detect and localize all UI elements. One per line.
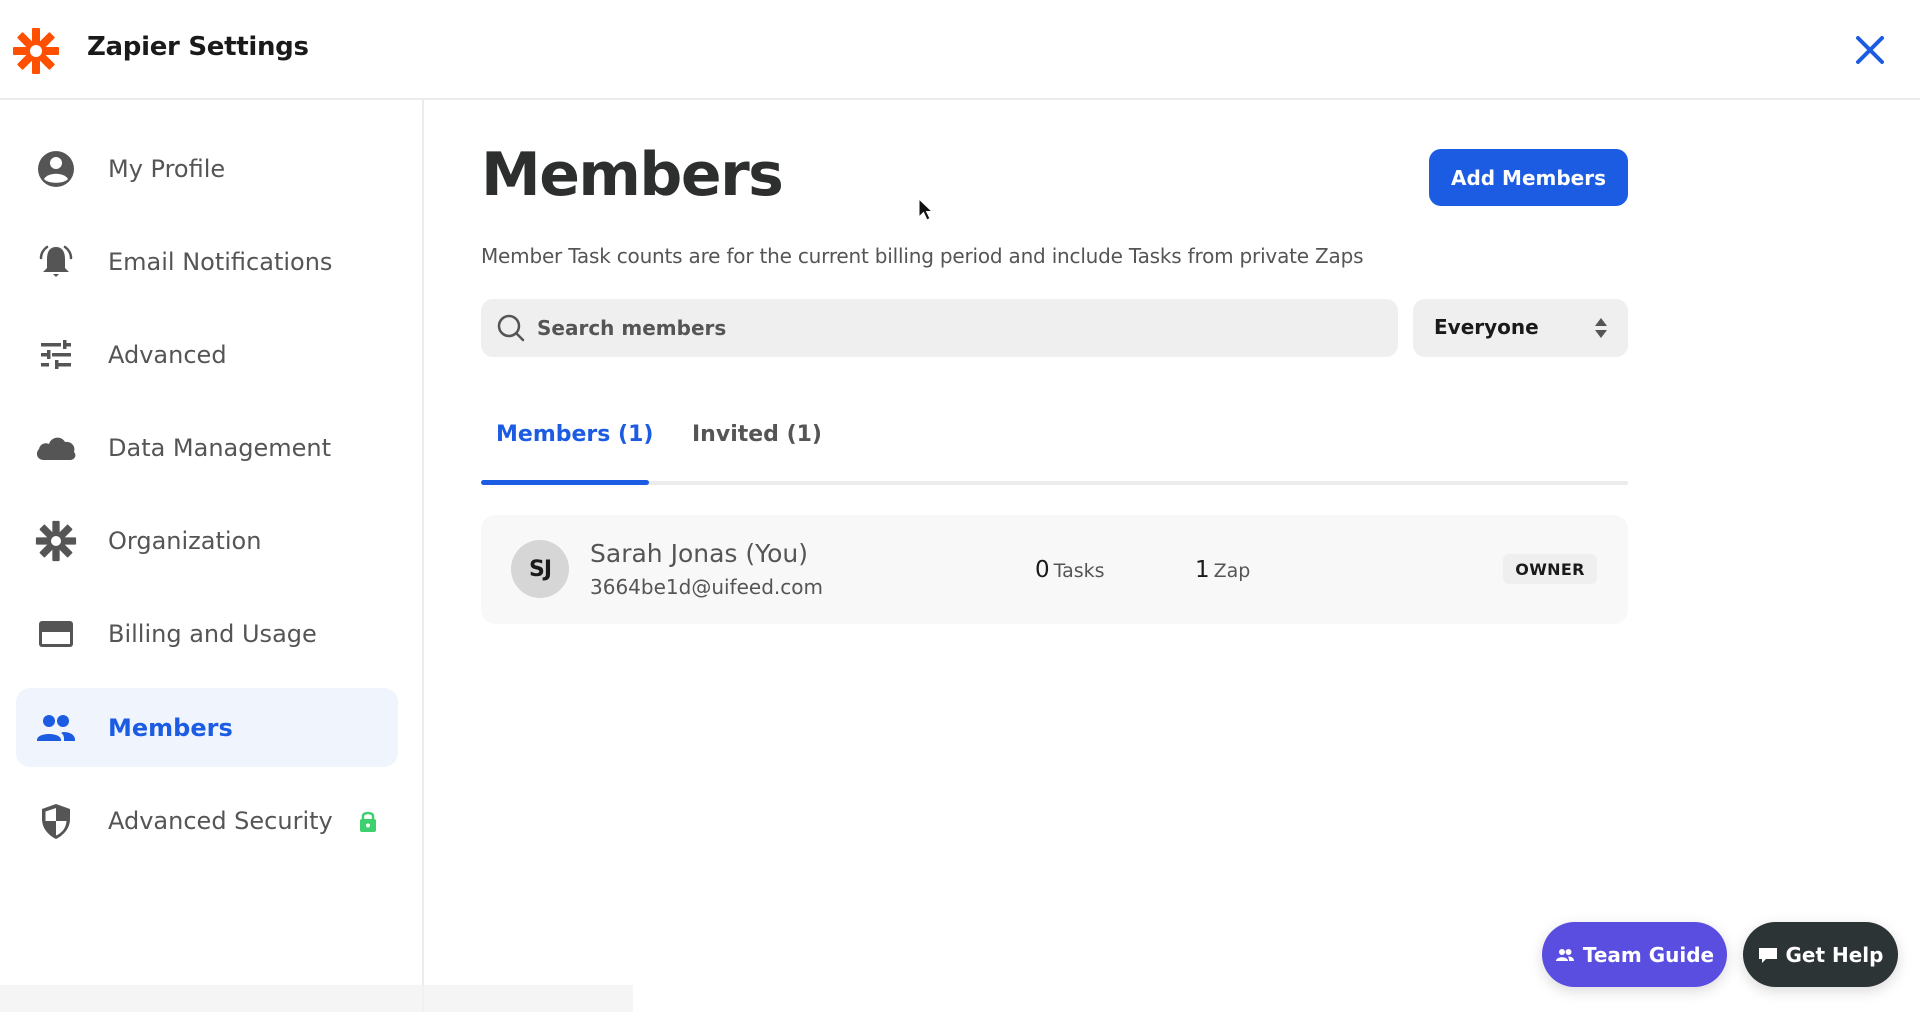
team-guide-button[interactable]: Team Guide <box>1542 922 1727 987</box>
search-input[interactable] <box>537 299 1377 357</box>
member-zaps: 1 Zap <box>1195 557 1250 583</box>
member-filter-select[interactable]: Everyone <box>1413 299 1628 357</box>
status-bar <box>0 985 633 1012</box>
user-circle-icon <box>34 147 78 191</box>
sidebar-item-organization[interactable]: Organization <box>16 501 398 580</box>
search-icon <box>497 314 525 342</box>
settings-sidebar: My Profile Email Notifications Advanced <box>0 100 424 1012</box>
bell-ringing-icon <box>34 240 78 284</box>
sidebar-item-label: Billing and Usage <box>108 619 317 648</box>
page-title: Members <box>481 140 784 210</box>
page-subtitle: Member Task counts are for the current b… <box>481 244 1364 268</box>
chat-bubble-icon <box>1758 947 1777 963</box>
members-tabs: Members (1) Invited (1) <box>481 400 1628 486</box>
sliders-icon <box>34 333 78 377</box>
member-tasks: 0 Tasks <box>1035 557 1105 583</box>
mouse-cursor-icon <box>918 198 934 221</box>
select-value: Everyone <box>1434 315 1539 339</box>
member-row[interactable]: SJ Sarah Jonas (You) 3664be1d@uifeed.com… <box>481 515 1628 624</box>
zapier-asterisk-icon <box>13 28 59 74</box>
tab-divider <box>481 481 1628 485</box>
tab-invited[interactable]: Invited (1) <box>692 422 822 447</box>
sidebar-item-label: Members <box>108 713 233 742</box>
role-badge: OWNER <box>1503 554 1597 584</box>
sidebar-item-label: Organization <box>108 526 262 555</box>
credit-card-icon <box>34 612 78 656</box>
sidebar-item-label: Data Management <box>108 433 332 462</box>
member-name: Sarah Jonas (You) <box>590 539 808 568</box>
tab-members[interactable]: Members (1) <box>496 422 653 447</box>
sidebar-item-my-profile[interactable]: My Profile <box>16 129 398 208</box>
zaps-count: 1 <box>1195 557 1210 583</box>
tasks-label: Tasks <box>1053 560 1105 582</box>
avatar: SJ <box>511 540 569 598</box>
sidebar-item-label: My Profile <box>108 154 226 183</box>
sidebar-item-label: Email Notifications <box>108 247 333 276</box>
lock-icon <box>360 811 376 832</box>
tasks-count: 0 <box>1035 557 1050 583</box>
active-tab-indicator <box>481 480 649 485</box>
sidebar-item-advanced[interactable]: Advanced <box>16 315 398 394</box>
shield-icon <box>34 799 78 843</box>
sort-arrows-icon <box>1595 318 1607 338</box>
sidebar-item-billing-and-usage[interactable]: Billing and Usage <box>16 594 398 673</box>
get-help-button[interactable]: Get Help <box>1743 922 1898 987</box>
sidebar-item-data-management[interactable]: Data Management <box>16 408 398 487</box>
people-icon <box>1555 948 1574 961</box>
sidebar-item-label: Advanced Security <box>108 806 333 835</box>
people-icon <box>34 706 78 750</box>
get-help-label: Get Help <box>1785 942 1884 967</box>
member-email: 3664be1d@uifeed.com <box>590 575 823 599</box>
close-icon[interactable] <box>1852 32 1888 68</box>
sidebar-item-advanced-security[interactable]: Advanced Security <box>16 781 398 860</box>
sidebar-item-label: Advanced <box>108 340 227 369</box>
app-title: Zapier Settings <box>87 32 309 62</box>
team-guide-label: Team Guide <box>1582 942 1715 967</box>
sidebar-item-email-notifications[interactable]: Email Notifications <box>16 222 398 301</box>
add-members-button[interactable]: Add Members <box>1429 149 1628 206</box>
sidebar-item-members[interactable]: Members <box>16 688 398 767</box>
cloud-icon <box>34 426 78 470</box>
asterisk-icon <box>34 519 78 563</box>
app-header: Zapier Settings <box>0 0 1920 100</box>
zaps-label: Zap <box>1213 560 1251 582</box>
search-field[interactable] <box>481 299 1398 357</box>
